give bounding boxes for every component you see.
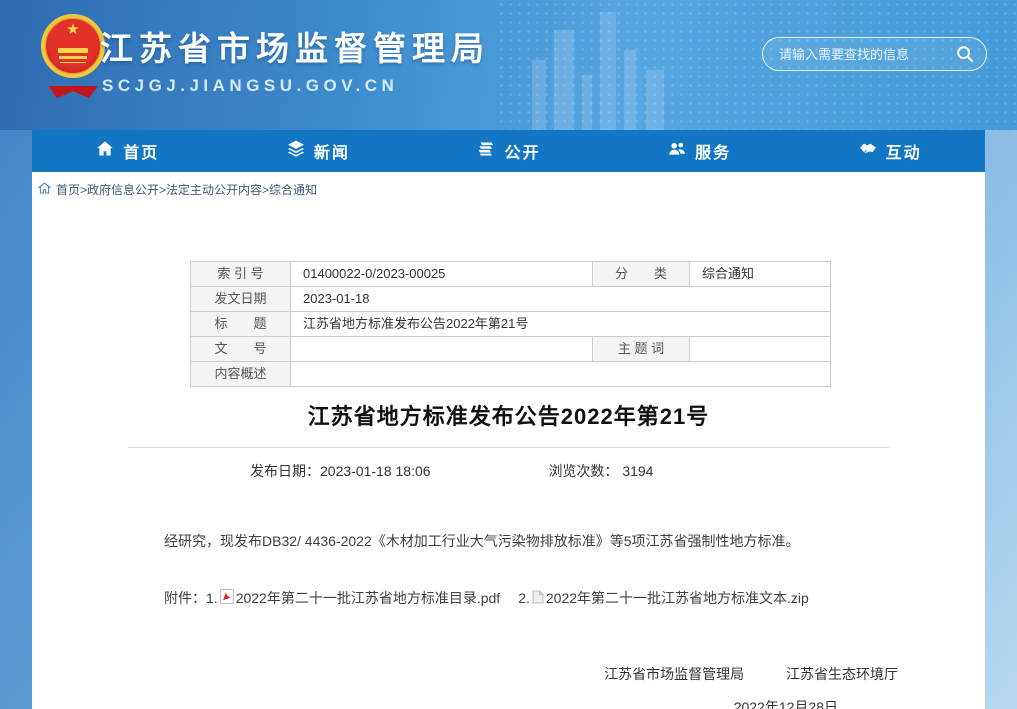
nav-item-open[interactable]: 公开 <box>413 130 604 172</box>
meta-row-docnum: 文 号 主 题 词 <box>191 337 831 362</box>
star-icon: ★ <box>66 22 79 37</box>
search-input[interactable] <box>779 47 955 62</box>
breadcrumb[interactable]: 首页>政府信息公开>法定主动公开内容>综合通知 <box>32 172 317 198</box>
publish-date-value: 2023-01-18 18:06 <box>320 463 431 479</box>
attachments-row: 附件： 1. 2022年第二十一批江苏省地方标准目录.pdf 2. 2022年第… <box>32 588 985 608</box>
search-box[interactable] <box>762 37 987 71</box>
index-label: 索 引 号 <box>191 262 291 287</box>
views-value: 3194 <box>622 463 653 479</box>
nav-label: 互动 <box>886 139 922 163</box>
title-value: 江苏省地方标准发布公告2022年第21号 <box>291 312 831 337</box>
attachment-number: 2. <box>518 590 530 606</box>
docnum-label: 文 号 <box>191 337 291 362</box>
summary-label: 内容概述 <box>191 362 291 387</box>
nav-label: 服务 <box>695 139 731 163</box>
breadcrumb-home-icon <box>38 182 56 197</box>
national-emblem-logo[interactable]: ★ <box>38 12 108 104</box>
meta-row-index: 索 引 号 01400022-0/2023-00025 分 类 综合通知 <box>191 262 831 287</box>
attachment-name: 2022年第二十一批江苏省地方标准目录.pdf <box>236 588 501 608</box>
article-dateline: 发布日期：2023-01-18 18:06 浏览次数： 3194 <box>32 461 985 481</box>
meta-row-summary: 内容概述 <box>191 362 831 387</box>
signature-date: 2022年12月28日 <box>32 697 985 709</box>
site-banner: ★ 江苏省市场监督管理局 SCJGJ.JIANGSU.GOV.CN <box>0 0 1017 130</box>
nav-item-home[interactable]: 首页 <box>32 130 223 172</box>
interact-handshake-icon <box>858 139 886 164</box>
article-body: 经研究，现发布DB32/ 4436-2022《木材加工行业大气污染物排放标准》等… <box>32 530 985 552</box>
docnum-value <box>291 337 593 362</box>
news-layers-icon <box>286 139 314 164</box>
home-icon <box>95 139 123 164</box>
nav-label: 首页 <box>123 139 159 163</box>
publish-date-label: 发布日期： <box>250 463 320 479</box>
site-title[interactable]: 江苏省市场监督管理局 <box>100 22 490 70</box>
subject-label: 主 题 词 <box>593 337 690 362</box>
attachment-link-zip[interactable]: 2. 2022年第二十一批江苏省地方标准文本.zip <box>518 588 809 608</box>
article-title: 江苏省地方标准发布公告2022年第21号 <box>32 399 985 431</box>
subject-value <box>690 337 831 362</box>
main-nav: 首页 新闻 公开 <box>32 130 985 172</box>
attachment-name: 2022年第二十一批江苏省地方标准文本.zip <box>546 588 809 608</box>
document-meta-table: 索 引 号 01400022-0/2023-00025 分 类 综合通知 发文日… <box>190 261 831 387</box>
pdf-file-icon <box>218 589 236 607</box>
attachments-prefix: 附件： <box>164 588 206 608</box>
attachment-number: 1. <box>206 590 218 606</box>
service-users-icon <box>667 139 695 164</box>
summary-value <box>291 362 831 387</box>
nav-item-interact[interactable]: 互动 <box>794 130 985 172</box>
meta-row-date: 发文日期 2023-01-18 <box>191 287 831 312</box>
issue-date-label: 发文日期 <box>191 287 291 312</box>
zip-file-icon <box>530 590 546 607</box>
views-label: 浏览次数： <box>548 463 618 479</box>
signature-ecology-environment: 江苏省生态环境厅 <box>786 666 898 682</box>
content-area: 首页>政府信息公开>法定主动公开内容>综合通知 索 引 号 01400022-0… <box>32 172 985 709</box>
open-books-icon <box>476 139 504 164</box>
site-url: SCJGJ.JIANGSU.GOV.CN <box>102 76 398 96</box>
signatures-row: 江苏省市场监督管理局 江苏省生态环境厅 <box>32 664 985 684</box>
category-label: 分 类 <box>593 262 690 287</box>
emblem-icon: ★ <box>41 14 105 78</box>
index-value: 01400022-0/2023-00025 <box>291 262 593 287</box>
issue-date-value: 2023-01-18 <box>291 287 831 312</box>
breadcrumb-text: 首页>政府信息公开>法定主动公开内容>综合通知 <box>56 181 317 198</box>
emblem-ribbon <box>48 86 98 98</box>
tiananmen-icon <box>58 48 88 53</box>
nav-item-news[interactable]: 新闻 <box>223 130 414 172</box>
title-divider <box>128 447 890 448</box>
nav-label: 新闻 <box>314 139 350 163</box>
search-icon[interactable] <box>955 44 975 64</box>
category-value: 综合通知 <box>690 262 831 287</box>
meta-row-title: 标 题 江苏省地方标准发布公告2022年第21号 <box>191 312 831 337</box>
nav-item-service[interactable]: 服务 <box>604 130 795 172</box>
nav-label: 公开 <box>504 139 540 163</box>
signature-market-regulation: 江苏省市场监督管理局 <box>604 666 744 682</box>
attachment-link-pdf[interactable]: 1. 2022年第二十一批江苏省地方标准目录.pdf <box>206 588 500 608</box>
title-label: 标 题 <box>191 312 291 337</box>
